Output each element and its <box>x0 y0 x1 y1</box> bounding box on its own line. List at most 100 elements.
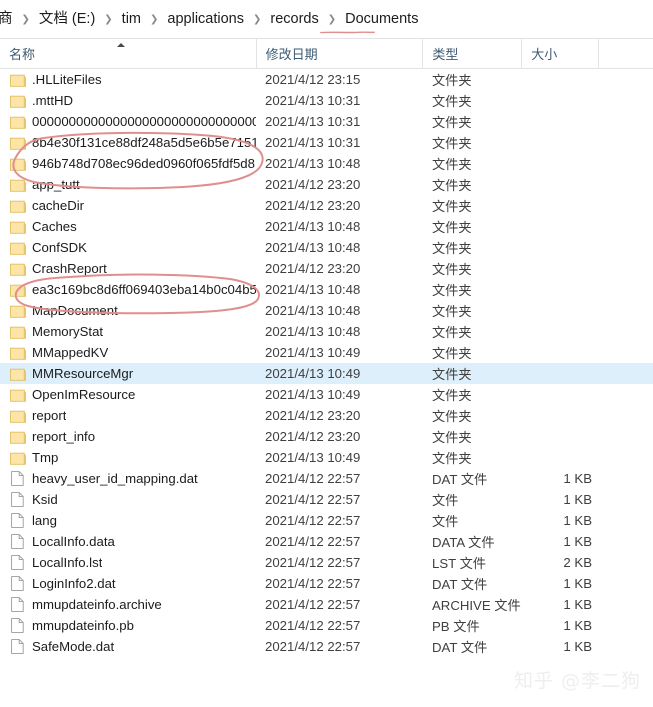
file-row[interactable]: Tmp 2021/4/13 10:49 文件夹 <box>0 447 653 468</box>
file-name-cell[interactable]: Caches <box>0 219 256 235</box>
file-type-cell: 文件夹 <box>432 94 472 109</box>
file-date-cell: 2021/4/13 10:49 <box>265 387 361 402</box>
file-type-cell: ARCHIVE 文件 <box>432 598 521 613</box>
file-date-cell: 2021/4/12 22:57 <box>265 492 361 507</box>
file-name-cell[interactable]: 8b4e30f131ce88df248a5d5e6b5e7151 <box>0 135 256 151</box>
file-row[interactable]: .mttHD 2021/4/13 10:31 文件夹 <box>0 90 653 111</box>
file-name-cell[interactable]: lang <box>0 513 256 529</box>
file-name-cell[interactable]: ConfSDK <box>0 240 256 256</box>
file-name-cell[interactable]: report_info <box>0 429 256 445</box>
file-date-cell: 2021/4/12 22:57 <box>265 597 361 612</box>
file-row[interactable]: heavy_user_id_mapping.dat 2021/4/12 22:57… <box>0 468 653 489</box>
file-row[interactable]: LocalInfo.data 2021/4/12 22:57 DATA 文件 1 KB <box>0 531 653 552</box>
file-name-cell[interactable]: app_tutt <box>0 177 256 193</box>
file-name-cell[interactable]: Tmp <box>0 450 256 466</box>
breadcrumb-item-3[interactable]: tim <box>119 10 144 29</box>
file-date-cell: 2021/4/12 23:20 <box>265 429 361 444</box>
file-row[interactable]: MMappedKV 2021/4/13 10:49 文件夹 <box>0 342 653 363</box>
file-row[interactable]: ConfSDK 2021/4/13 10:48 文件夹 <box>0 237 653 258</box>
file-name-cell[interactable]: 946b748d708ec96ded0960f065fdf5d8 <box>0 156 256 172</box>
file-row[interactable]: mmupdateinfo.pb 2021/4/12 22:57 PB 文件 1 KB <box>0 615 653 636</box>
file-size-cell: 1 KB <box>563 513 592 528</box>
breadcrumb-separator-icon: ❯ <box>150 14 159 25</box>
file-name-cell[interactable]: SafeMode.dat <box>0 639 256 655</box>
file-row[interactable]: 946b748d708ec96ded0960f065fdf5d8 2021/4/1… <box>0 153 653 174</box>
folder-icon-glyph <box>9 221 26 234</box>
column-header-type[interactable]: 类型 <box>422 38 521 69</box>
file-name-cell[interactable]: ea3c169bc8d6ff069403eba14b0c04b5 <box>0 282 256 298</box>
file-name-cell[interactable]: heavy_user_id_mapping.dat <box>0 471 256 487</box>
file-row[interactable]: OpenImResource 2021/4/13 10:49 文件夹 <box>0 384 653 405</box>
file-name-cell[interactable]: CrashReport <box>0 261 256 277</box>
file-date-cell: 2021/4/13 10:31 <box>265 135 361 150</box>
file-row[interactable]: MapDocument 2021/4/13 10:48 文件夹 <box>0 300 653 321</box>
file-row[interactable]: app_tutt 2021/4/12 23:20 文件夹 <box>0 174 653 195</box>
file-name-cell[interactable]: MapDocument <box>0 303 256 319</box>
column-header-size[interactable]: 大小 <box>521 38 598 69</box>
file-type-cell: 文件夹 <box>432 157 472 172</box>
file-icon <box>8 471 27 487</box>
file-name-label: MMResourceMgr <box>32 366 134 381</box>
file-name-cell[interactable]: mmupdateinfo.pb <box>0 618 256 634</box>
file-icon-glyph <box>11 534 24 549</box>
file-date-cell: 2021/4/13 10:48 <box>265 219 361 234</box>
file-name-cell[interactable]: .HLLiteFiles <box>0 72 256 88</box>
file-row[interactable]: mmupdateinfo.archive 2021/4/12 22:57 ARCHI… <box>0 594 653 615</box>
file-row[interactable]: 8b4e30f131ce88df248a5d5e6b5e7151 2021/4/1… <box>0 132 653 153</box>
column-header-date-modified[interactable]: 修改日期 <box>255 38 423 69</box>
file-row[interactable]: ea3c169bc8d6ff069403eba14b0c04b5 2021/4/1… <box>0 279 653 300</box>
file-name-label: cacheDir <box>32 198 85 213</box>
file-name-label: CrashReport <box>32 261 107 276</box>
breadcrumb-item-5[interactable]: records <box>267 10 321 29</box>
folder-icon-glyph <box>9 158 26 171</box>
breadcrumb-item-2[interactable]: 文档 (E:) <box>36 10 98 29</box>
file-row[interactable]: MemoryStat 2021/4/13 10:48 文件夹 <box>0 321 653 342</box>
file-row[interactable]: CrashReport 2021/4/12 23:20 文件夹 <box>0 258 653 279</box>
breadcrumb-item-6[interactable]: Documents <box>342 10 421 29</box>
folder-icon-glyph <box>9 74 26 87</box>
file-row[interactable]: report 2021/4/12 23:20 文件夹 <box>0 405 653 426</box>
file-type-cell: DAT 文件 <box>432 472 488 487</box>
breadcrumb[interactable]: 商 ❯ 文档 (E:) ❯ tim ❯ applications ❯ records ❯ Docum… <box>0 0 653 38</box>
file-icon <box>8 492 27 508</box>
file-row[interactable]: SafeMode.dat 2021/4/12 22:57 DAT 文件 1 KB <box>0 636 653 657</box>
file-name-cell[interactable]: OpenImResource <box>0 387 256 403</box>
file-name-label: MapDocument <box>32 303 118 318</box>
breadcrumb-item-4[interactable]: applications <box>164 10 247 29</box>
folder-icon-glyph <box>9 452 26 465</box>
folder-icon-glyph <box>9 116 26 129</box>
file-type-cell: 文件夹 <box>432 304 472 319</box>
file-list[interactable]: .HLLiteFiles 2021/4/12 23:15 文件夹 .mttHD 2021… <box>0 69 653 657</box>
file-name-cell[interactable]: mmupdateinfo.archive <box>0 597 256 613</box>
file-row[interactable]: MMResourceMgr 2021/4/13 10:49 文件夹 <box>0 363 653 384</box>
folder-icon-glyph <box>9 137 26 150</box>
file-name-cell[interactable]: MMResourceMgr <box>0 366 256 382</box>
file-name-cell[interactable]: cacheDir <box>0 198 256 214</box>
file-name-cell[interactable]: Ksid <box>0 492 256 508</box>
file-row[interactable]: report_info 2021/4/12 23:20 文件夹 <box>0 426 653 447</box>
file-name-cell[interactable]: .mttHD <box>0 93 256 109</box>
file-row[interactable]: LoginInfo2.dat 2021/4/12 22:57 DAT 文件 1 KB <box>0 573 653 594</box>
file-row[interactable]: Ksid 2021/4/12 22:57 文件 1 KB <box>0 489 653 510</box>
file-name-cell[interactable]: MemoryStat <box>0 324 256 340</box>
breadcrumb-item-1[interactable]: 商 <box>0 10 16 29</box>
folder-icon-glyph <box>9 431 26 444</box>
file-name-cell[interactable]: 00000000000000000000000000000000 <box>0 114 256 130</box>
file-name-cell[interactable]: MMappedKV <box>0 345 256 361</box>
file-name-cell[interactable]: LoginInfo2.dat <box>0 576 256 592</box>
file-name-cell[interactable]: LocalInfo.data <box>0 534 256 550</box>
column-header-name[interactable]: 名称 <box>0 38 256 69</box>
file-name-cell[interactable]: LocalInfo.lst <box>0 555 256 571</box>
file-date-cell: 2021/4/12 22:57 <box>265 576 361 591</box>
file-icon-glyph <box>11 639 24 654</box>
file-row[interactable]: LocalInfo.lst 2021/4/12 22:57 LST 文件 2 KB <box>0 552 653 573</box>
file-row[interactable]: .HLLiteFiles 2021/4/12 23:15 文件夹 <box>0 69 653 90</box>
file-name-label: 00000000000000000000000000000000 <box>32 114 256 129</box>
file-row[interactable]: 00000000000000000000000000000000 2021/4/1… <box>0 111 653 132</box>
file-type-cell: DAT 文件 <box>432 577 488 592</box>
file-row[interactable]: lang 2021/4/12 22:57 文件 1 KB <box>0 510 653 531</box>
file-name-cell[interactable]: report <box>0 408 256 424</box>
file-row[interactable]: cacheDir 2021/4/12 23:20 文件夹 <box>0 195 653 216</box>
file-row[interactable]: Caches 2021/4/13 10:48 文件夹 <box>0 216 653 237</box>
file-name-label: Caches <box>32 219 77 234</box>
